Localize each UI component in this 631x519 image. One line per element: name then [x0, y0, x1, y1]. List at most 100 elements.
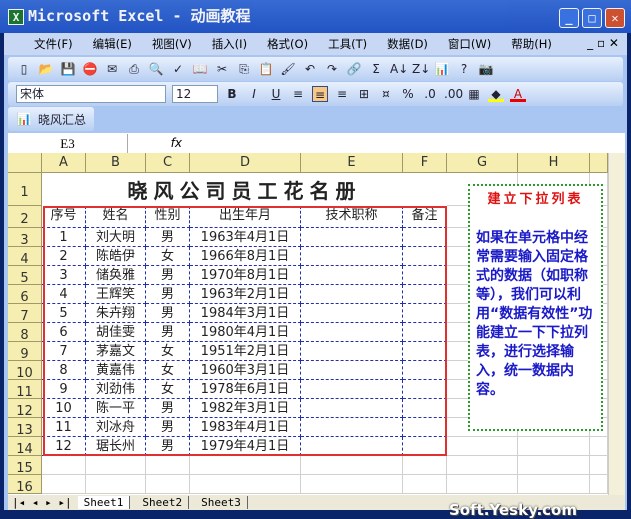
menu-item[interactable]: 视图(V): [152, 36, 192, 52]
column-header[interactable]: D: [190, 153, 301, 173]
sort-asc-icon[interactable]: A↓: [390, 61, 408, 77]
cell[interactable]: [86, 456, 146, 475]
cell[interactable]: [518, 437, 590, 456]
maximize-button[interactable]: □: [582, 8, 602, 28]
cut-icon[interactable]: ✂: [214, 61, 230, 77]
row-header[interactable]: 4: [8, 247, 42, 267]
row-header[interactable]: 5: [8, 266, 42, 286]
decrease-decimal-icon[interactable]: .00: [444, 86, 463, 102]
cell[interactable]: [590, 456, 608, 475]
row-header[interactable]: 3: [8, 228, 42, 248]
permission-icon[interactable]: ⛔: [82, 61, 98, 77]
menu-item[interactable]: 格式(O): [267, 36, 308, 52]
open-icon[interactable]: 📂: [38, 61, 54, 77]
cell[interactable]: [42, 475, 86, 494]
spelling-icon[interactable]: ✓: [170, 61, 186, 77]
font-select[interactable]: 宋体: [16, 85, 166, 103]
select-all-corner[interactable]: [8, 153, 42, 173]
menu-item[interactable]: 工具(T): [328, 36, 367, 52]
autosum-icon[interactable]: Σ: [368, 61, 384, 77]
cell[interactable]: [146, 475, 190, 494]
menu-item[interactable]: 帮助(H): [511, 36, 552, 52]
menu-item[interactable]: 编辑(E): [93, 36, 132, 52]
size-select[interactable]: 12: [172, 85, 218, 103]
menu-item[interactable]: 文件(F): [34, 36, 73, 52]
column-header[interactable]: A: [42, 153, 86, 173]
menu-item[interactable]: 数据(D): [387, 36, 428, 52]
column-header[interactable]: B: [86, 153, 146, 173]
help-icon[interactable]: ?: [456, 61, 472, 77]
tab-sheet1[interactable]: Sheet1: [77, 496, 131, 509]
italic-button[interactable]: I: [246, 86, 262, 102]
row-header[interactable]: 16: [8, 475, 42, 495]
borders-icon[interactable]: ▦: [466, 86, 482, 102]
percent-button[interactable]: %: [400, 86, 416, 102]
align-center-icon[interactable]: ≡: [312, 86, 328, 102]
cell[interactable]: [190, 456, 301, 475]
cell[interactable]: [190, 475, 301, 494]
align-right-icon[interactable]: ≡: [334, 86, 350, 102]
column-header[interactable]: G: [447, 153, 518, 173]
row-header[interactable]: 6: [8, 285, 42, 305]
save-icon[interactable]: 💾: [60, 61, 76, 77]
row-header[interactable]: 9: [8, 342, 42, 362]
cell[interactable]: [518, 456, 590, 475]
cell[interactable]: [403, 456, 447, 475]
row-header[interactable]: 13: [8, 418, 42, 438]
preview-icon[interactable]: 🔍: [148, 61, 164, 77]
row-header[interactable]: 8: [8, 323, 42, 343]
currency-icon[interactable]: ¤: [378, 86, 394, 102]
merge-center-icon[interactable]: ⊞: [356, 86, 372, 102]
name-box[interactable]: E3: [8, 133, 128, 153]
menu-item[interactable]: 窗口(W): [448, 36, 491, 52]
row-header[interactable]: 15: [8, 456, 42, 476]
fill-color-icon[interactable]: ◆: [488, 86, 504, 102]
menu-item[interactable]: 插入(I): [212, 36, 247, 52]
cell[interactable]: [403, 475, 447, 494]
cell[interactable]: [301, 456, 403, 475]
camera-icon[interactable]: 📷: [478, 61, 494, 77]
print-icon[interactable]: ⎙: [126, 61, 142, 77]
summary-button[interactable]: 晓风汇总: [38, 111, 86, 128]
row-header[interactable]: 2: [8, 206, 42, 228]
row-header[interactable]: 1: [8, 173, 42, 206]
undo-icon[interactable]: ↶: [302, 61, 318, 77]
research-icon[interactable]: 📖: [192, 61, 208, 77]
row-header[interactable]: 10: [8, 361, 42, 381]
paste-icon[interactable]: 📋: [258, 61, 274, 77]
cell[interactable]: [447, 475, 518, 494]
note-textbox[interactable]: 建立下拉列表 如果在单元格中经常需要输入固定格式的数据（如职称等），我们可以利用“…: [468, 184, 603, 431]
column-header[interactable]: E: [301, 153, 403, 173]
tab-nav-buttons[interactable]: |◂ ◂ ▸ ▸|: [12, 496, 72, 509]
align-left-icon[interactable]: ≡: [290, 86, 306, 102]
cell[interactable]: [518, 475, 590, 494]
column-header[interactable]: C: [146, 153, 190, 173]
chart-icon[interactable]: 📊: [434, 61, 450, 77]
row-header[interactable]: 11: [8, 380, 42, 400]
column-header[interactable]: H: [518, 153, 590, 173]
redo-icon[interactable]: ↷: [324, 61, 340, 77]
bold-button[interactable]: B: [224, 86, 240, 102]
cell[interactable]: [146, 456, 190, 475]
hyperlink-icon[interactable]: 🔗: [346, 61, 362, 77]
close-button[interactable]: ✕: [605, 8, 625, 28]
column-header[interactable]: F: [403, 153, 447, 173]
minimize-button[interactable]: _: [559, 8, 579, 28]
tab-sheet2[interactable]: Sheet2: [136, 496, 190, 509]
fx-icon[interactable]: fx: [128, 136, 188, 150]
cell[interactable]: [590, 475, 608, 494]
doc-window-controls[interactable]: _ ▫ ✕: [587, 36, 619, 50]
cell[interactable]: [42, 456, 86, 475]
cell[interactable]: [301, 475, 403, 494]
copy-icon[interactable]: ⎘: [236, 61, 252, 77]
cell[interactable]: [590, 437, 608, 456]
cell[interactable]: [86, 475, 146, 494]
new-icon[interactable]: ▯: [16, 61, 32, 77]
cell[interactable]: [447, 456, 518, 475]
underline-button[interactable]: U: [268, 86, 284, 102]
sort-desc-icon[interactable]: Z↓: [412, 61, 430, 77]
row-header[interactable]: 7: [8, 304, 42, 324]
font-color-icon[interactable]: A: [510, 86, 526, 102]
tab-sheet3[interactable]: Sheet3: [195, 496, 248, 509]
email-icon[interactable]: ✉: [104, 61, 120, 77]
